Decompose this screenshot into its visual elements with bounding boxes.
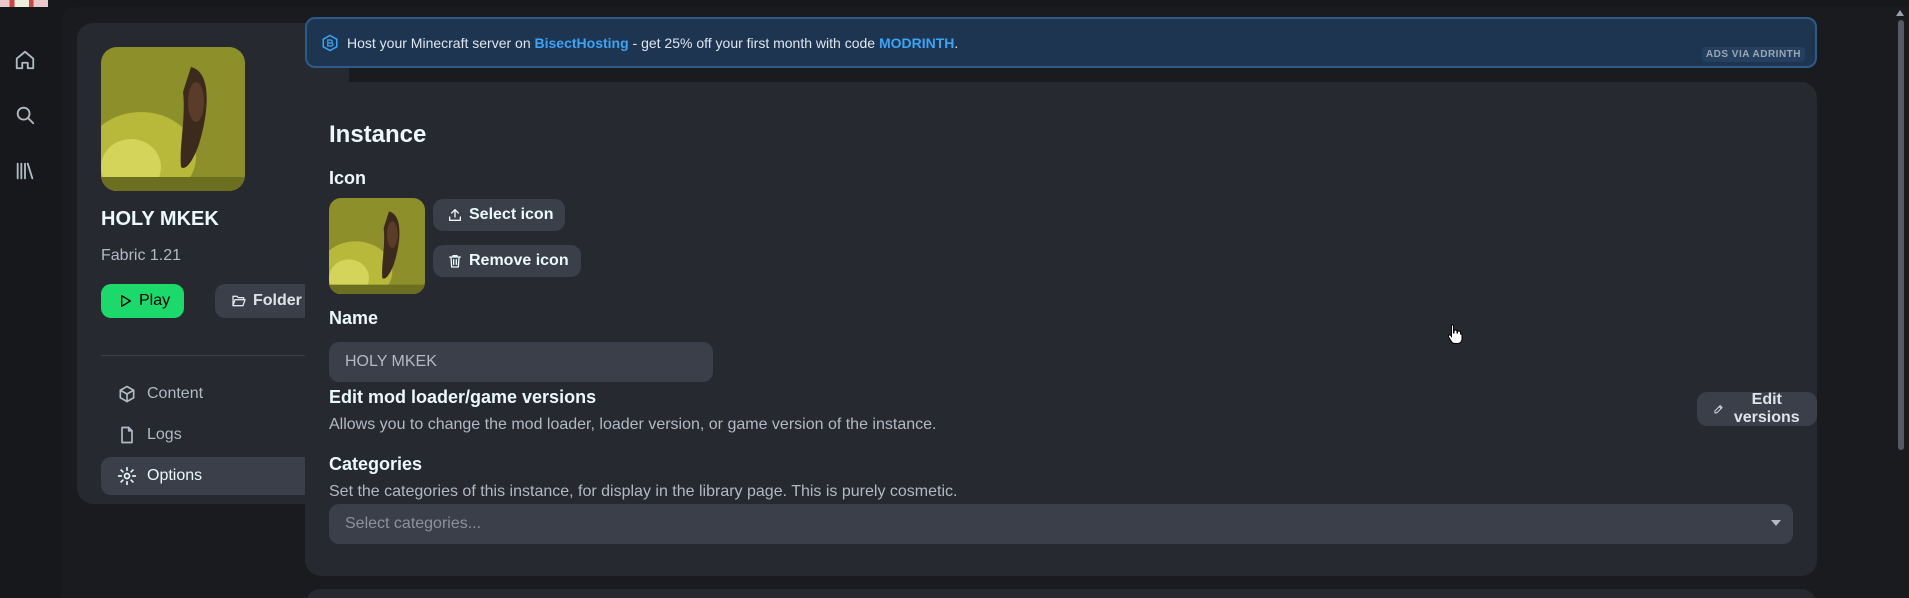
sidebar-item-options[interactable]: Options: [101, 457, 325, 495]
folder-label: Folder: [253, 292, 302, 309]
remove-icon-button[interactable]: Remove icon: [433, 245, 581, 277]
categories-select[interactable]: Select categories...: [329, 504, 1793, 544]
ad-text-before: Host your Minecraft server on: [347, 34, 535, 51]
file-icon: [121, 426, 133, 444]
instance-name-input[interactable]: [329, 342, 713, 382]
upload-icon: [449, 209, 461, 221]
name-label: Name: [329, 308, 379, 328]
sidebar-item-label: Content: [147, 385, 204, 402]
ad-text-middle: - get 25% off your first month with code: [628, 34, 879, 51]
bisecthosting-logo-icon: [322, 34, 338, 51]
nav-rail: [0, 7, 61, 598]
edit-icon: [1714, 405, 1723, 414]
sidebar-item-label: Logs: [147, 426, 182, 443]
versions-description: Allows you to change the mod loader, loa…: [329, 416, 937, 433]
instance-image: [101, 47, 245, 191]
gear-icon: [117, 466, 137, 486]
categories-label: Categories: [329, 454, 423, 474]
ad-tag: ADS VIA ADRINTH: [1701, 47, 1805, 62]
remove-icon-label: Remove icon: [469, 252, 569, 269]
icon-label: Icon: [329, 168, 367, 188]
search-icon[interactable]: [8, 98, 42, 132]
next-settings-card: [305, 589, 1817, 598]
edit-versions-label: Edit versions: [1733, 391, 1800, 426]
ad-brand-link[interactable]: BisectHosting: [535, 35, 629, 51]
scroll-up-arrow-icon[interactable]: [1896, 10, 1904, 16]
trash-icon: [449, 255, 461, 268]
folder-button[interactable]: Folder: [215, 284, 316, 318]
select-icon-button[interactable]: Select icon: [433, 199, 566, 231]
chevron-down-icon: [1771, 520, 1781, 526]
play-icon: [121, 295, 131, 307]
ad-text-after: .: [954, 34, 959, 51]
window-top-strip: [0, 0, 1909, 7]
sidebar-item-content[interactable]: Content: [101, 375, 325, 413]
instance-name: HOLY MKEK: [101, 208, 219, 230]
home-icon[interactable]: [8, 43, 42, 77]
categories-placeholder: Select categories...: [345, 515, 482, 532]
instance-version: Fabric 1.21: [101, 247, 182, 264]
instance-icon-preview: [329, 198, 425, 294]
play-label: Play: [139, 292, 171, 309]
sidebar-item-label: Options: [147, 467, 203, 484]
select-icon-label: Select icon: [469, 206, 554, 223]
sidebar-divider: [101, 355, 325, 356]
play-button[interactable]: Play: [101, 284, 185, 318]
ad-banner[interactable]: Host your Minecraft server on BisectHost…: [305, 17, 1817, 68]
scrollbar-thumb[interactable]: [1898, 20, 1904, 450]
library-icon[interactable]: [8, 154, 42, 188]
categories-description: Set the categories of this instance, for…: [329, 483, 958, 500]
sidebar-item-logs[interactable]: Logs: [101, 416, 325, 454]
edit-versions-button[interactable]: Edit versions: [1697, 391, 1817, 426]
hand-pointer-cursor-icon: [1447, 324, 1463, 344]
folder-open-icon: [232, 295, 246, 307]
box-icon: [119, 385, 135, 403]
versions-label: Edit mod loader/game versions: [329, 387, 597, 407]
ad-code: MODRINTH: [878, 34, 955, 51]
section-title: Instance: [329, 121, 427, 148]
instance-settings-card: Instance Icon Select icon Remove icon Na…: [305, 82, 1817, 576]
